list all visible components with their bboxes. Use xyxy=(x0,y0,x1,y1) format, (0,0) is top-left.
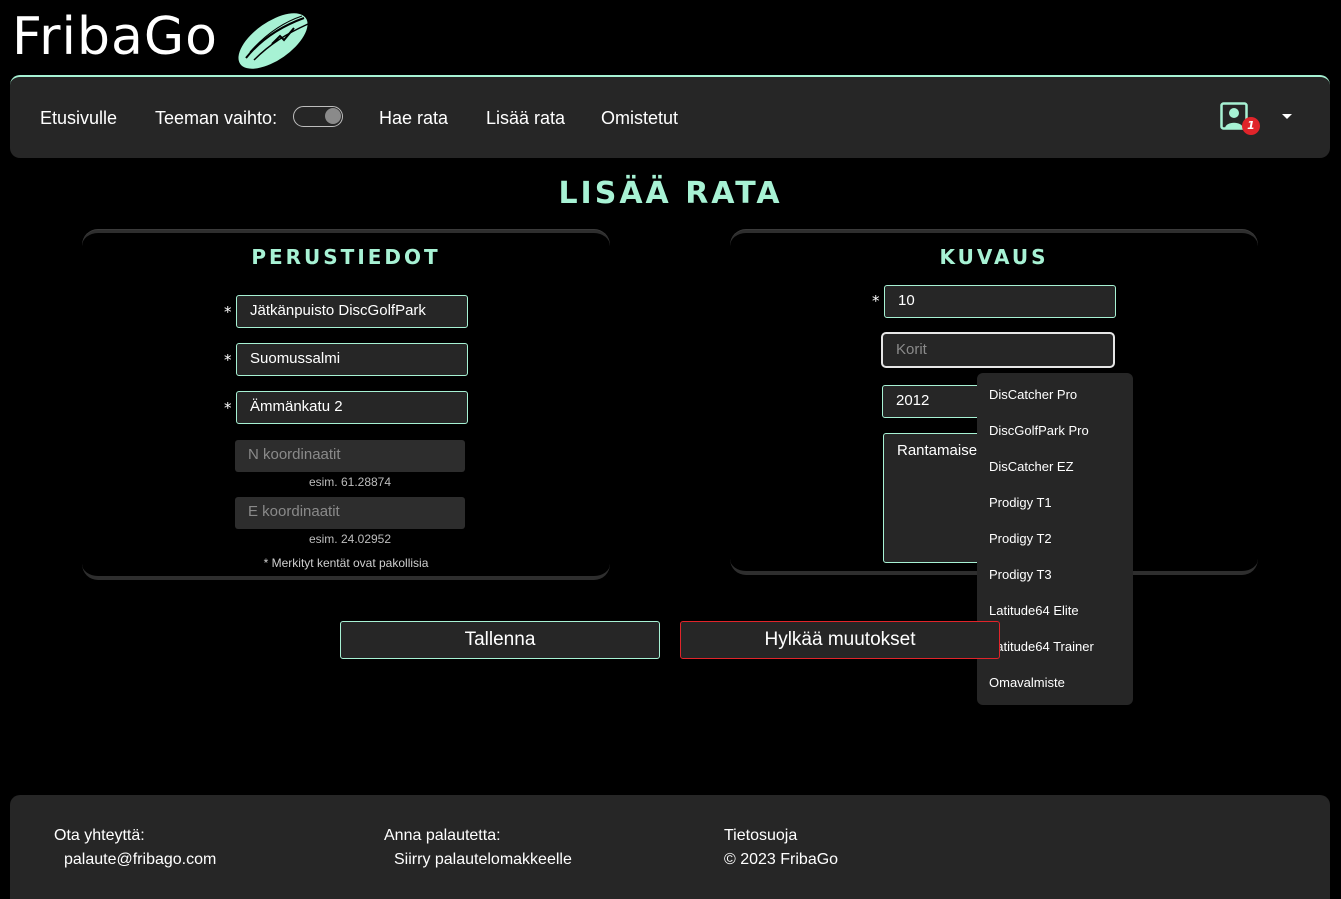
footer-contact: Ota yhteyttä: palaute@fribago.com xyxy=(54,827,216,869)
footer-copyright: © 2023 FribaGo xyxy=(724,851,839,868)
n-coordinate-hint: esim. 61.28874 xyxy=(308,475,392,489)
required-marker: * xyxy=(224,303,232,321)
dropdown-option[interactable]: Omavalmiste xyxy=(977,665,1133,701)
navbar: Etusivulle Teeman vaihto: Hae rata Lisää… xyxy=(10,75,1330,158)
dropdown-option[interactable]: Prodigy T1 xyxy=(977,485,1133,521)
nav-add-course-link[interactable]: Lisää rata xyxy=(486,108,565,129)
description-title: KUVAUS xyxy=(939,245,1049,269)
holes-count-input[interactable]: 10 xyxy=(884,285,1116,318)
dropdown-option[interactable]: DiscGolfPark Pro xyxy=(977,413,1133,449)
brand[interactable]: FribaGo xyxy=(12,4,314,70)
footer-feedback-link[interactable]: Siirry palautelomakkeelle xyxy=(384,851,572,869)
baskets-select-input[interactable]: Korit xyxy=(881,332,1115,368)
e-coordinate-input[interactable]: E koordinaatit xyxy=(235,497,465,529)
nav-owned-link[interactable]: Omistetut xyxy=(601,108,678,129)
brand-name: FribaGo xyxy=(12,7,218,67)
required-marker: * xyxy=(224,351,232,369)
user-menu-dropdown[interactable]: 1 xyxy=(1220,102,1292,138)
required-marker: * xyxy=(224,399,232,417)
footer-privacy-link[interactable]: Tietosuoja xyxy=(724,827,838,845)
footer-contact-label: Ota yhteyttä: xyxy=(54,827,145,844)
toggle-knob xyxy=(325,108,341,124)
required-fields-note: * Merkityt kentät ovat pakollisia xyxy=(263,556,429,570)
save-button[interactable]: Tallenna xyxy=(340,621,660,659)
n-coordinate-input[interactable]: N koordinaatit xyxy=(235,440,465,472)
dropdown-option[interactable]: Prodigy T3 xyxy=(977,557,1133,593)
theme-toggle-switch[interactable] xyxy=(293,106,343,127)
theme-toggle-label: Teeman vaihto: xyxy=(155,108,278,128)
notification-badge: 1 xyxy=(1242,117,1260,135)
required-marker: * xyxy=(872,292,880,310)
footer: Ota yhteyttä: palaute@fribago.com Anna p… xyxy=(10,795,1330,899)
page-title: LISÄÄ RATA xyxy=(558,176,783,211)
footer-feedback: Anna palautetta: Siirry palautelomakkeel… xyxy=(384,827,572,869)
dropdown-option[interactable]: DisCatcher EZ xyxy=(977,449,1133,485)
nav-search-course-link[interactable]: Hae rata xyxy=(379,108,448,129)
dropdown-option[interactable]: Prodigy T2 xyxy=(977,521,1133,557)
basic-info-card: PERUSTIEDOT * Jätkänpuisto DiscGolfPark … xyxy=(82,230,610,580)
course-name-input[interactable]: Jätkänpuisto DiscGolfPark xyxy=(236,295,468,328)
address-input[interactable]: Ämmänkatu 2 xyxy=(236,391,468,424)
footer-feedback-label: Anna palautetta: xyxy=(384,827,501,844)
dropdown-option[interactable]: Latitude64 Elite xyxy=(977,593,1133,629)
basic-info-title: PERUSTIEDOT xyxy=(251,245,441,269)
footer-privacy: Tietosuoja © 2023 FribaGo xyxy=(724,827,838,869)
city-input[interactable]: Suomussalmi xyxy=(236,343,468,376)
dropdown-option[interactable]: Latitude64 Trainer xyxy=(977,629,1133,665)
baskets-dropdown-menu: DisCatcher Pro DiscGolfPark Pro DisCatch… xyxy=(977,373,1133,705)
nav-home-link[interactable]: Etusivulle xyxy=(40,108,117,129)
caret-down-icon xyxy=(1282,114,1292,119)
e-coordinate-hint: esim. 24.02952 xyxy=(308,532,392,546)
flying-disc-logo-icon xyxy=(238,13,309,69)
dropdown-option[interactable]: DisCatcher Pro xyxy=(977,377,1133,413)
discard-changes-button[interactable]: Hylkää muutokset xyxy=(680,621,1000,659)
footer-contact-email-link[interactable]: palaute@fribago.com xyxy=(54,851,216,869)
